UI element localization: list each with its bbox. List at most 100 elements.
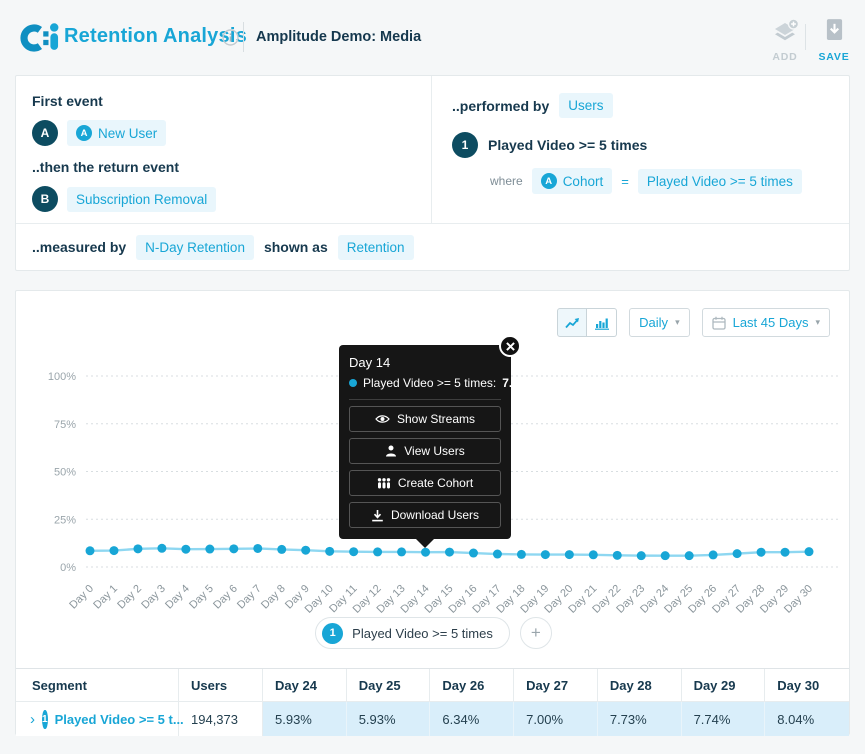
- event-b-badge: B: [32, 186, 58, 212]
- create-cohort-button[interactable]: Create Cohort: [349, 470, 501, 496]
- column-header-day28: Day 28: [598, 669, 682, 702]
- save-button[interactable]: SAVE: [812, 18, 856, 63]
- event-source-icon: A: [76, 125, 92, 141]
- events-panel: First event A A New User ..then the retu…: [16, 76, 431, 223]
- svg-text:100%: 100%: [48, 371, 76, 383]
- where-property: Cohort: [563, 174, 604, 189]
- add-layers-icon: [772, 18, 799, 42]
- day30-cell: 8.04%: [765, 702, 849, 736]
- performed-by-panel: ..performed by Users 1 Played Video >= 5…: [431, 76, 849, 223]
- table-row: › 1 Played Video >= 5 t... 194,373 5.93%…: [16, 702, 849, 736]
- row-series-badge: 1: [42, 710, 48, 729]
- day24-cell: 5.93%: [263, 702, 347, 736]
- column-header-day29: Day 29: [682, 669, 766, 702]
- app-header: Retention Analysis Amplitude Demo: Media…: [0, 0, 865, 68]
- retention-analysis-page: Retention Analysis Amplitude Demo: Media…: [0, 0, 865, 754]
- cohort-icon: A: [541, 173, 557, 189]
- where-property-pill[interactable]: A Cohort: [532, 168, 613, 194]
- column-header-day25: Day 25: [347, 669, 431, 702]
- measured-by-value: N-Day Retention: [145, 240, 245, 255]
- first-event-row: A A New User: [32, 120, 415, 146]
- first-event-label: First event: [32, 93, 415, 109]
- svg-text:Day 5: Day 5: [187, 583, 216, 612]
- performed-by-value: Users: [568, 98, 603, 113]
- svg-text:Day 6: Day 6: [211, 583, 240, 612]
- cohort-group-icon: [377, 477, 391, 489]
- row-segment-label: Played Video >= 5 t...: [55, 712, 184, 727]
- tooltip-series-row: Played Video >= 5 times: 7.75%: [349, 376, 501, 400]
- svg-text:75%: 75%: [54, 419, 76, 431]
- close-icon[interactable]: [499, 335, 521, 357]
- query-builder-card: First event A A New User ..then the retu…: [15, 75, 850, 271]
- performed-by-label: ..performed by: [452, 98, 549, 114]
- where-clause: where A Cohort = Played Video >= 5 times: [490, 168, 849, 194]
- column-header-day27: Day 27: [514, 669, 598, 702]
- view-users-button[interactable]: View Users: [349, 438, 501, 464]
- return-event-label: ..then the return event: [32, 159, 415, 175]
- series-dot-icon: [349, 379, 357, 387]
- legend-row: 1 Played Video >= 5 times +: [16, 617, 851, 649]
- svg-text:0%: 0%: [60, 562, 76, 574]
- svg-text:Day 3: Day 3: [139, 583, 168, 612]
- svg-text:Day 0: Day 0: [67, 583, 96, 612]
- app-logo-icon: [17, 19, 59, 61]
- where-label: where: [490, 174, 523, 188]
- event-a-pill[interactable]: A New User: [67, 120, 166, 146]
- header-divider: [243, 22, 244, 52]
- tooltip-series-value: 7.75%: [502, 376, 536, 390]
- event-a-badge: A: [32, 120, 58, 146]
- segment-row: 1 Played Video >= 5 times: [452, 132, 849, 158]
- column-header-segment: Segment: [16, 669, 179, 702]
- chart-tooltip: Day 14 Played Video >= 5 times: 7.75% Sh…: [339, 345, 511, 539]
- return-event-row: B Subscription Removal: [32, 186, 415, 212]
- page-title: Retention Analysis: [64, 25, 247, 48]
- column-header-day24: Day 24: [263, 669, 347, 702]
- event-a-label: New User: [98, 126, 157, 141]
- save-file-icon: [825, 18, 844, 42]
- where-value: Played Video >= 5 times: [647, 174, 793, 189]
- person-icon: [385, 445, 397, 457]
- measured-by-pill[interactable]: N-Day Retention: [136, 235, 254, 260]
- svg-text:Day 2: Day 2: [115, 583, 144, 612]
- segment-title: Played Video >= 5 times: [488, 137, 647, 153]
- legend-series-pill[interactable]: 1 Played Video >= 5 times: [315, 617, 510, 649]
- header-button-separator: [805, 24, 806, 50]
- info-icon[interactable]: [222, 29, 239, 51]
- add-series-button[interactable]: +: [520, 617, 552, 649]
- show-streams-button[interactable]: Show Streams: [349, 406, 501, 432]
- tooltip-series-label: Played Video >= 5 times:: [363, 376, 496, 390]
- table-header-row: Segment Users Day 24 Day 25 Day 26 Day 2…: [16, 669, 849, 702]
- tooltip-title: Day 14: [349, 355, 501, 370]
- event-b-label: Subscription Removal: [76, 192, 207, 207]
- segment-cell[interactable]: › 1 Played Video >= 5 t...: [16, 702, 179, 736]
- column-header-users: Users: [179, 669, 263, 702]
- shown-as-value: Retention: [347, 240, 405, 255]
- svg-text:25%: 25%: [54, 514, 76, 526]
- legend-series-label: Played Video >= 5 times: [352, 626, 493, 641]
- retention-table: Segment Users Day 24 Day 25 Day 26 Day 2…: [16, 668, 849, 736]
- download-users-button[interactable]: Download Users: [349, 502, 501, 528]
- svg-text:Day 7: Day 7: [235, 583, 264, 612]
- download-icon: [371, 509, 384, 522]
- svg-text:Day 1: Day 1: [91, 583, 120, 612]
- day27-cell: 7.00%: [514, 702, 598, 736]
- svg-text:Day 8: Day 8: [259, 583, 288, 612]
- event-b-pill[interactable]: Subscription Removal: [67, 187, 216, 212]
- shown-as-label: shown as: [264, 239, 328, 255]
- where-operator[interactable]: =: [621, 174, 629, 189]
- users-cell: 194,373: [179, 702, 263, 736]
- day25-cell: 5.93%: [347, 702, 431, 736]
- day28-cell: 7.73%: [598, 702, 682, 736]
- day26-cell: 6.34%: [430, 702, 514, 736]
- performed-by-pill[interactable]: Users: [559, 93, 612, 118]
- chevron-right-icon[interactable]: ›: [30, 712, 35, 727]
- column-header-day26: Day 26: [430, 669, 514, 702]
- svg-text:Day 4: Day 4: [163, 583, 192, 612]
- day29-cell: 7.74%: [682, 702, 766, 736]
- add-button[interactable]: ADD: [763, 18, 807, 63]
- eye-icon: [375, 414, 390, 424]
- legend-series-badge: 1: [322, 623, 343, 644]
- chart-card: Daily ▾ Last 45 Days ▾ 0%25%50%75%100%Da…: [15, 290, 850, 735]
- shown-as-pill[interactable]: Retention: [338, 235, 414, 260]
- where-value-pill[interactable]: Played Video >= 5 times: [638, 169, 802, 194]
